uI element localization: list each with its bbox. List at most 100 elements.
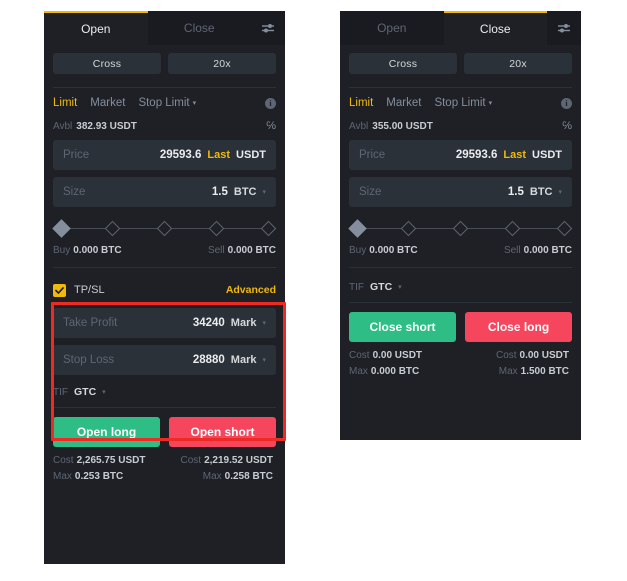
slider-tick-50[interactable]	[156, 220, 173, 237]
margin-mode-button[interactable]: Cross	[53, 53, 161, 74]
order-type-stop-limit[interactable]: Stop Limit ▾	[138, 97, 196, 109]
cost-row: Cost 2,265.75 USDT Cost 2,219.52 USDT	[53, 455, 276, 466]
slider-tick-100[interactable]	[260, 220, 277, 237]
order-type-limit[interactable]: Limit	[349, 97, 373, 109]
chevron-down-icon[interactable]: ▾	[262, 188, 266, 196]
price-label: Price	[63, 149, 90, 161]
info-icon[interactable]: i	[561, 97, 572, 109]
percent-transfer-icon[interactable]: ℅	[266, 121, 276, 132]
order-type-limit-label: Limit	[53, 97, 78, 109]
margin-leverage-row: Cross 20x	[53, 53, 276, 74]
size-percent-slider[interactable]	[52, 216, 277, 242]
price-value: 29593.6	[159, 149, 202, 161]
price-last-tag[interactable]: Last	[207, 149, 230, 161]
chevron-down-icon[interactable]: ▾	[102, 388, 106, 396]
price-input[interactable]: Price 29593.6 Last USDT	[53, 140, 276, 170]
available-label: Avbl	[349, 121, 369, 132]
take-profit-input[interactable]: Take Profit 34240 Mark ▾	[53, 308, 276, 338]
advanced-link[interactable]: Advanced	[226, 284, 276, 296]
cost-label: Cost	[495, 350, 517, 361]
stop-loss-right-group: 28880 Mark ▾	[193, 354, 266, 366]
long-max-value: 0.253 BTC	[74, 471, 124, 482]
available-balance-row: Avbl 355.00 USDT ℅	[349, 121, 572, 133]
order-type-stop-limit[interactable]: Stop Limit ▾	[434, 97, 492, 109]
size-label: Size	[359, 186, 382, 198]
price-unit: USDT	[532, 149, 562, 161]
close-long-button[interactable]: Close long	[465, 312, 572, 342]
short-cost-value: 2,219.52 USDT	[204, 455, 273, 466]
tpsl-header: TP/SL Advanced	[53, 280, 276, 300]
stop-loss-value: 28880	[192, 354, 225, 366]
tab-open[interactable]: Open	[340, 11, 444, 45]
long-cost: Cost 0.00 USDT	[349, 350, 461, 361]
max-label: Max	[202, 471, 222, 482]
slider-tick-75[interactable]	[504, 220, 521, 237]
chevron-down-icon[interactable]: ▾	[558, 188, 562, 196]
chevron-down-icon[interactable]: ▾	[398, 283, 402, 291]
order-type-market[interactable]: Market	[90, 97, 125, 109]
info-icon[interactable]: i	[265, 97, 276, 109]
size-percent-slider[interactable]	[348, 216, 573, 242]
tab-open[interactable]: Open	[44, 11, 148, 45]
open-short-button[interactable]: Open short	[169, 417, 276, 447]
size-input[interactable]: Size 1.5 BTC ▾	[53, 177, 276, 207]
slider-tick-75[interactable]	[208, 220, 225, 237]
sliders-icon	[557, 22, 571, 34]
buy-value: 0.000 BTC	[369, 245, 418, 256]
long-max: Max 0.000 BTC	[349, 366, 461, 377]
chevron-down-icon[interactable]: ▾	[262, 356, 266, 364]
size-right-group: 1.5 BTC ▾	[212, 186, 266, 198]
stop-loss-input[interactable]: Stop Loss 28880 Mark ▾	[53, 345, 276, 375]
tif-label: TIF	[349, 281, 364, 293]
leverage-label: 20x	[213, 57, 231, 70]
open-long-button[interactable]: Open long	[53, 417, 160, 447]
tpsl-section: TP/SL Advanced Take Profit 34240 Mark ▾ …	[53, 277, 276, 407]
long-cost-value: 0.00 USDT	[372, 350, 423, 361]
tpsl-checkbox[interactable]	[53, 283, 66, 297]
tif-row: TIF GTC ▾	[349, 277, 572, 302]
slider-tick-50[interactable]	[452, 220, 469, 237]
size-label: Size	[63, 186, 86, 198]
slider-tick-25[interactable]	[400, 220, 417, 237]
chevron-down-icon: ▾	[488, 99, 493, 107]
price-input[interactable]: Price 29593.6 Last USDT	[349, 140, 572, 170]
margin-leverage-row: Cross 20x	[349, 53, 572, 74]
tif-value[interactable]: GTC	[370, 281, 392, 293]
order-type-market-label: Market	[386, 97, 422, 109]
panel-body-right: Cross 20x Limit Market Stop Limit ▾ i Av…	[340, 45, 581, 377]
tab-close[interactable]: Close	[147, 11, 251, 45]
order-type-tabs: Limit Market Stop Limit ▾ i	[349, 97, 572, 109]
take-profit-ref: Mark	[230, 317, 257, 329]
close-short-button[interactable]: Close short	[349, 312, 456, 342]
divider	[53, 267, 276, 268]
slider-handle[interactable]	[348, 219, 367, 238]
leverage-button[interactable]: 20x	[168, 53, 276, 74]
size-value: 1.5	[211, 186, 228, 198]
short-max-value: 1.500 BTC	[520, 366, 569, 377]
settings-button[interactable]	[251, 11, 285, 45]
price-last-tag[interactable]: Last	[503, 149, 526, 161]
slider-tick-25[interactable]	[104, 220, 121, 237]
short-max: Max 0.258 BTC	[165, 471, 277, 482]
size-input[interactable]: Size 1.5 BTC ▾	[349, 177, 572, 207]
short-max: Max 1.500 BTC	[461, 366, 573, 377]
max-label: Max	[53, 471, 72, 482]
long-max-value: 0.000 BTC	[370, 366, 420, 377]
leverage-label: 20x	[509, 57, 527, 70]
panel-body-left: Cross 20x Limit Market Stop Limit ▾ i Av…	[44, 45, 285, 482]
leverage-button[interactable]: 20x	[464, 53, 572, 74]
chevron-down-icon[interactable]: ▾	[262, 319, 266, 327]
slider-tick-100[interactable]	[556, 220, 573, 237]
percent-transfer-icon[interactable]: ℅	[562, 121, 572, 132]
margin-mode-button[interactable]: Cross	[349, 53, 457, 74]
order-type-limit[interactable]: Limit	[53, 97, 77, 109]
tpsl-label: TP/SL	[74, 284, 105, 296]
tab-close[interactable]: Close	[443, 11, 547, 45]
price-right-group: 29593.6 Last USDT	[456, 149, 562, 161]
tif-value[interactable]: GTC	[74, 386, 96, 398]
slider-handle[interactable]	[52, 219, 71, 238]
sliders-icon	[261, 22, 275, 34]
settings-button[interactable]	[547, 11, 581, 45]
order-type-tabs: Limit Market Stop Limit ▾ i	[53, 97, 276, 109]
order-type-market[interactable]: Market	[386, 97, 421, 109]
